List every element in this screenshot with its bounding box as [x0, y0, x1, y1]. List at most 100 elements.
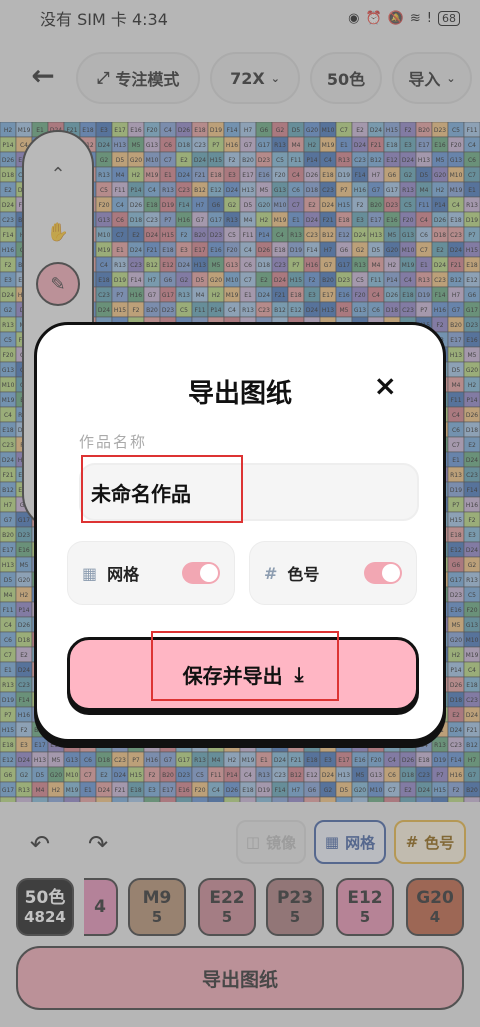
svg-text:P14: P14 — [450, 667, 461, 674]
code-toggle[interactable]: # 色号 — [394, 820, 466, 864]
svg-text:D19: D19 — [434, 757, 446, 764]
svg-text:C6: C6 — [84, 757, 92, 764]
grid-option[interactable]: ▦ 网格 — [67, 541, 235, 605]
svg-text:D23: D23 — [466, 322, 478, 329]
svg-text:M4: M4 — [452, 382, 461, 389]
palette-swatch[interactable]: P23 5 — [266, 878, 324, 936]
svg-text:M5: M5 — [388, 232, 397, 239]
svg-text:D5: D5 — [292, 127, 301, 134]
palette-swatch[interactable]: E22 5 — [198, 878, 256, 936]
svg-text:E18: E18 — [450, 217, 462, 224]
svg-text:E12: E12 — [466, 277, 478, 284]
palette-swatch[interactable]: G20 4 — [406, 878, 464, 936]
size-dropdown[interactable]: 72X ⌄ — [210, 52, 300, 104]
svg-text:H2: H2 — [388, 262, 397, 269]
import-dropdown[interactable]: 导入 ⌄ — [392, 52, 472, 104]
svg-text:D23: D23 — [210, 232, 222, 239]
svg-text:C23: C23 — [258, 307, 270, 314]
svg-text:C4: C4 — [452, 202, 460, 209]
svg-text:H7: H7 — [244, 127, 253, 134]
svg-text:B20: B20 — [338, 742, 350, 749]
svg-text:D19: D19 — [450, 487, 462, 494]
collapse-up-icon[interactable]: ⌃ — [36, 152, 80, 196]
svg-text:P14: P14 — [226, 772, 237, 779]
hand-pan-icon[interactable]: ✋ — [36, 210, 80, 254]
grid-icon: ▦ — [324, 833, 340, 851]
color-count-button[interactable]: 50色 — [310, 52, 382, 104]
palette-swatch[interactable]: M9 5 — [128, 878, 186, 936]
palette-swatch[interactable]: E12 5 — [336, 878, 394, 936]
svg-text:E1: E1 — [340, 142, 348, 149]
svg-text:E18: E18 — [2, 427, 14, 434]
svg-text:G17: G17 — [2, 787, 14, 794]
mirror-toggle[interactable]: ◫ 镜像 — [236, 820, 306, 864]
svg-text:C7: C7 — [420, 247, 428, 254]
svg-text:E18: E18 — [2, 742, 14, 749]
svg-text:H16: H16 — [146, 757, 158, 764]
code-option[interactable]: # 色号 — [249, 541, 417, 605]
svg-text:R13: R13 — [114, 262, 126, 269]
svg-text:H2: H2 — [468, 382, 477, 389]
svg-text:D24: D24 — [178, 262, 190, 269]
svg-text:G6: G6 — [468, 292, 477, 299]
svg-text:E2: E2 — [100, 772, 108, 779]
svg-text:G13: G13 — [226, 262, 238, 269]
svg-text:G6: G6 — [164, 277, 173, 284]
mute-bell-icon: 🔕 — [387, 10, 404, 26]
work-name-input[interactable] — [79, 463, 419, 521]
svg-text:B20: B20 — [466, 787, 478, 794]
svg-text:E16: E16 — [354, 757, 366, 764]
svg-text:M10: M10 — [66, 772, 79, 779]
brush-tool-button[interactable]: ✎ — [36, 262, 80, 306]
grid-option-toggle[interactable] — [182, 562, 220, 584]
save-and-export-button[interactable]: 保存并导出 ⤓ — [67, 637, 419, 711]
focus-mode-button[interactable]: ⤢ 专注模式 — [76, 52, 200, 104]
svg-text:H13: H13 — [370, 232, 382, 239]
export-pattern-button[interactable]: 导出图纸 — [16, 946, 464, 1010]
svg-text:E12: E12 — [338, 232, 350, 239]
swatch-count: 5 — [289, 908, 301, 926]
svg-text:B12: B12 — [290, 772, 302, 779]
svg-text:C23: C23 — [450, 232, 462, 239]
svg-text:G2: G2 — [100, 157, 109, 164]
svg-text:M5: M5 — [468, 352, 477, 359]
svg-text:F14: F14 — [178, 202, 189, 209]
svg-text:C4: C4 — [324, 157, 332, 164]
svg-text:G7: G7 — [452, 307, 461, 314]
close-icon[interactable]: × — [374, 369, 397, 402]
svg-text:E2: E2 — [180, 157, 188, 164]
svg-text:F14: F14 — [274, 787, 285, 794]
palette-total[interactable]: 50色 4824 — [16, 878, 74, 936]
svg-text:D18: D18 — [434, 232, 446, 239]
undo-icon[interactable]: ↶ — [20, 824, 60, 864]
svg-text:H15: H15 — [434, 787, 446, 794]
svg-text:G2: G2 — [228, 202, 237, 209]
svg-text:E3: E3 — [4, 277, 12, 284]
code-option-toggle[interactable] — [364, 562, 402, 584]
svg-text:C7: C7 — [4, 652, 12, 659]
svg-text:H16: H16 — [434, 307, 446, 314]
svg-text:C7: C7 — [116, 232, 124, 239]
alert-icon: ! — [426, 10, 432, 26]
back-arrow-icon[interactable]: ← — [26, 58, 60, 92]
redo-icon[interactable]: ↷ — [78, 824, 118, 864]
svg-text:C4: C4 — [372, 292, 380, 299]
svg-text:D24: D24 — [178, 172, 190, 179]
svg-text:C7: C7 — [244, 277, 252, 284]
grid-toggle[interactable]: ▦ 网格 — [314, 820, 386, 864]
svg-text:E17: E17 — [242, 172, 254, 179]
svg-text:D26: D26 — [386, 292, 398, 299]
svg-text:G13: G13 — [402, 232, 414, 239]
svg-text:C6: C6 — [4, 637, 12, 644]
svg-text:M19: M19 — [66, 787, 79, 794]
svg-text:H16: H16 — [354, 187, 366, 194]
svg-text:H7: H7 — [452, 292, 461, 299]
palette-swatch[interactable]: 4 — [84, 878, 118, 936]
svg-text:D24: D24 — [130, 247, 142, 254]
work-name-label: 作品名称 — [79, 433, 148, 451]
wifi-icon: ≋ — [409, 10, 421, 26]
svg-text:F21: F21 — [322, 217, 333, 224]
svg-text:H2: H2 — [4, 127, 13, 134]
svg-text:D5: D5 — [116, 157, 125, 164]
svg-text:G20: G20 — [306, 127, 318, 134]
